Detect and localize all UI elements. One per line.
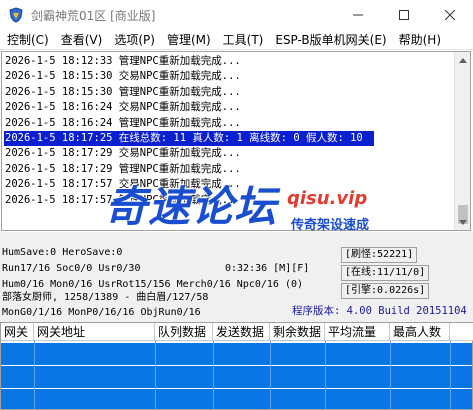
menu-options[interactable]: 选项(P): [108, 30, 161, 50]
watermark-url: qisu.vip: [287, 188, 368, 209]
version-text: 程序版本: 4.00 Build 20151104: [292, 305, 467, 317]
col-send-data[interactable]: 发送数据: [213, 323, 270, 341]
game-shield-icon: [8, 7, 24, 23]
column-divider: [213, 341, 214, 409]
humsave-text: HumSave:0 HeroSave:0: [2, 247, 123, 258]
hum-stats-text: Hum0/16 Mon0/16 UsrRot15/156 Merch0/16 N…: [2, 279, 304, 290]
close-icon: [445, 10, 455, 20]
log-line[interactable]: 2026-1-5 18:15:30 管理NPC重新加载完成...: [4, 85, 452, 100]
online-counter: [在线:11/11/0]: [341, 265, 430, 281]
table-row[interactable]: [1, 389, 472, 409]
menu-bar: 控制(C) 查看(V) 选项(P) 管理(M) 工具(T) ESP-B版单机网关…: [0, 30, 473, 50]
title-bar: 剑霸神荒01区 [商业版]: [0, 0, 473, 30]
window-title: 剑霸神荒01区 [商业版]: [31, 9, 156, 23]
close-button[interactable]: [427, 0, 473, 30]
menu-gateway[interactable]: ESP-B版单机网关(E): [269, 30, 392, 50]
maximize-icon: [399, 10, 409, 20]
column-divider: [325, 341, 326, 409]
watermark-title: 奇速论坛: [105, 182, 278, 231]
column-divider: [390, 341, 391, 409]
maximize-button[interactable]: [381, 0, 427, 30]
uptime-text: 0:32:36 [M][F]: [225, 263, 310, 274]
map-text: 部落女厨师, 1258/1389 - 曲白眉/127/58: [2, 292, 209, 303]
menu-view[interactable]: 查看(V): [55, 30, 109, 50]
menu-control[interactable]: 控制(C): [1, 30, 55, 50]
status-panel: HumSave:0 HeroSave:0 Run17/16 Soc0/0 Usr…: [0, 232, 473, 322]
menu-manage[interactable]: 管理(M): [161, 30, 217, 50]
col-gateway-address[interactable]: 网关地址: [34, 323, 155, 341]
column-divider: [34, 341, 35, 409]
watermark-tagline: 传奇架设速成: [291, 218, 370, 233]
scroll-up-arrow-icon[interactable]: [455, 52, 470, 68]
log-line[interactable]: 2026-1-5 18:16:24 管理NPC重新加载完成...: [4, 116, 452, 131]
col-gateway[interactable]: 网关: [1, 323, 34, 341]
col-max-players[interactable]: 最高人数: [390, 323, 450, 341]
gateway-table[interactable]: 网关 网关地址 队列数据 发送数据 剩余数据 平均流量 最高人数: [0, 322, 473, 410]
menu-tools[interactable]: 工具(T): [217, 30, 270, 50]
log-line[interactable]: 2026-1-5 18:17:29 交易NPC重新加载完成...: [4, 146, 452, 161]
log-scrollbar[interactable]: [454, 52, 470, 230]
log-line[interactable]: 2026-1-5 18:15:30 交易NPC重新加载完成...: [4, 69, 452, 84]
col-average-traffic[interactable]: 平均流量: [325, 323, 390, 341]
minimize-button[interactable]: [335, 0, 381, 30]
log-line-selected[interactable]: 2026-1-5 18:17:25 在线总数: 11 真人数: 1 离线数: 0…: [4, 130, 374, 147]
engine-timer: [引擎:0.0226s]: [341, 283, 430, 299]
scroll-down-arrow-icon[interactable]: [455, 214, 470, 230]
col-remaining-data[interactable]: 剩余数据: [270, 323, 325, 341]
table-row[interactable]: [1, 343, 472, 365]
column-divider: [450, 341, 451, 409]
table-row[interactable]: [1, 366, 472, 388]
menu-help[interactable]: 帮助(H): [393, 30, 447, 50]
log-line[interactable]: 2026-1-5 18:16:24 交易NPC重新加载完成...: [4, 100, 452, 115]
run-text: Run17/16 Soc0/0 Usr0/30: [2, 263, 141, 274]
log-line[interactable]: 2026-1-5 18:12:33 管理NPC重新加载完成...: [4, 54, 452, 69]
log-line[interactable]: 2026-1-5 18:17:29 管理NPC重新加载完成...: [4, 162, 452, 177]
mongo-text: MonG0/1/16 MonP0/16/16 ObjRun0/16: [2, 307, 201, 318]
brush-counter: [刷怪:52221]: [341, 247, 418, 263]
column-divider: [270, 341, 271, 409]
minimize-icon: [353, 14, 363, 16]
column-divider: [155, 341, 156, 409]
col-queue-data[interactable]: 队列数据: [155, 323, 213, 341]
table-header: 网关 网关地址 队列数据 发送数据 剩余数据 平均流量 最高人数: [1, 323, 473, 341]
